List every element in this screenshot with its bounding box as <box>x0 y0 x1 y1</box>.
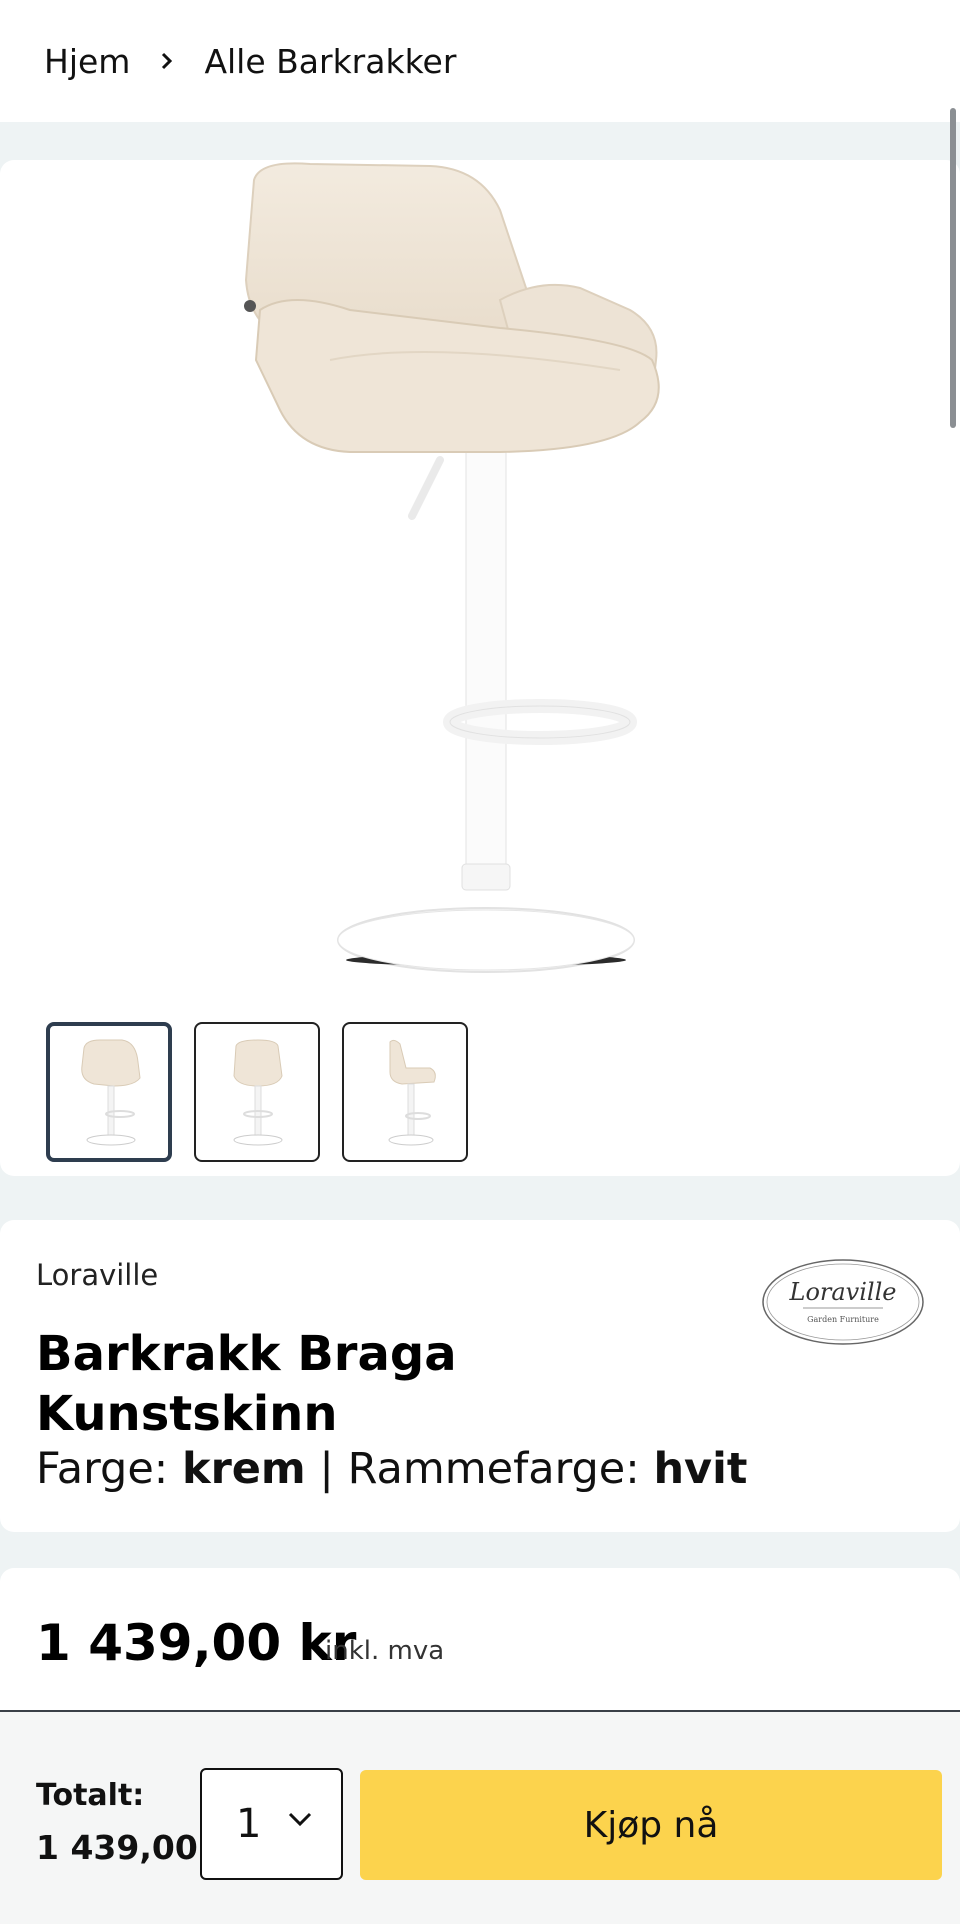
thumbnail-1[interactable] <box>46 1022 172 1162</box>
chair-thumbnail-icon <box>388 1039 436 1146</box>
brand-name[interactable]: Loraville <box>36 1258 158 1292</box>
breadcrumb-home-link[interactable]: Hjem <box>44 42 130 81</box>
thumbnail-2[interactable] <box>194 1022 320 1162</box>
brand-logo[interactable]: Loraville Garden Furniture <box>758 1254 928 1350</box>
product-title: Barkrakk Braga Kunstskinn <box>36 1326 457 1442</box>
buy-now-button[interactable]: Kjøp nå <box>360 1770 942 1880</box>
product-price: 1 439,00 kr <box>36 1614 357 1672</box>
color-value: krem <box>181 1444 306 1494</box>
chevron-down-icon <box>288 1812 312 1827</box>
brand-logo-text: Loraville <box>789 1278 897 1306</box>
product-main-image[interactable] <box>200 160 760 1000</box>
color-label: Farge: <box>36 1444 169 1494</box>
product-gallery <box>0 160 960 1176</box>
scrollbar[interactable] <box>950 108 956 428</box>
total-value: 1 439,00 kr <box>36 1828 206 1867</box>
chevron-right-icon <box>158 50 176 72</box>
total-label: Totalt: <box>36 1778 145 1813</box>
thumbnail-3[interactable] <box>342 1022 468 1162</box>
chair-thumbnail-icon <box>81 1039 141 1146</box>
chair-thumbnail-icon <box>233 1039 283 1146</box>
frame-color-label: Rammefarge: <box>347 1444 640 1494</box>
vat-note: inkl. mva <box>325 1636 445 1666</box>
product-info-card: Loraville Loraville Garden Furniture Bar… <box>0 1220 960 1532</box>
breadcrumb-category-link[interactable]: Alle Barkrakker <box>204 42 456 81</box>
breadcrumb: Hjem Alle Barkrakker <box>0 0 960 122</box>
variant-separator: | <box>319 1444 334 1494</box>
product-variant: Farge: krem | Rammefarge: hvit <box>36 1444 747 1494</box>
quantity-select[interactable]: 1 <box>200 1768 343 1880</box>
checkout-bar: Totalt: 1 439,00 kr 1 Kjøp nå <box>0 1710 960 1924</box>
frame-color-value: hvit <box>653 1444 748 1494</box>
quantity-value: 1 <box>236 1801 262 1847</box>
brand-logo-subtext: Garden Furniture <box>807 1315 879 1324</box>
price-card: 1 439,00 kr inkl. mva <box>0 1568 960 1712</box>
